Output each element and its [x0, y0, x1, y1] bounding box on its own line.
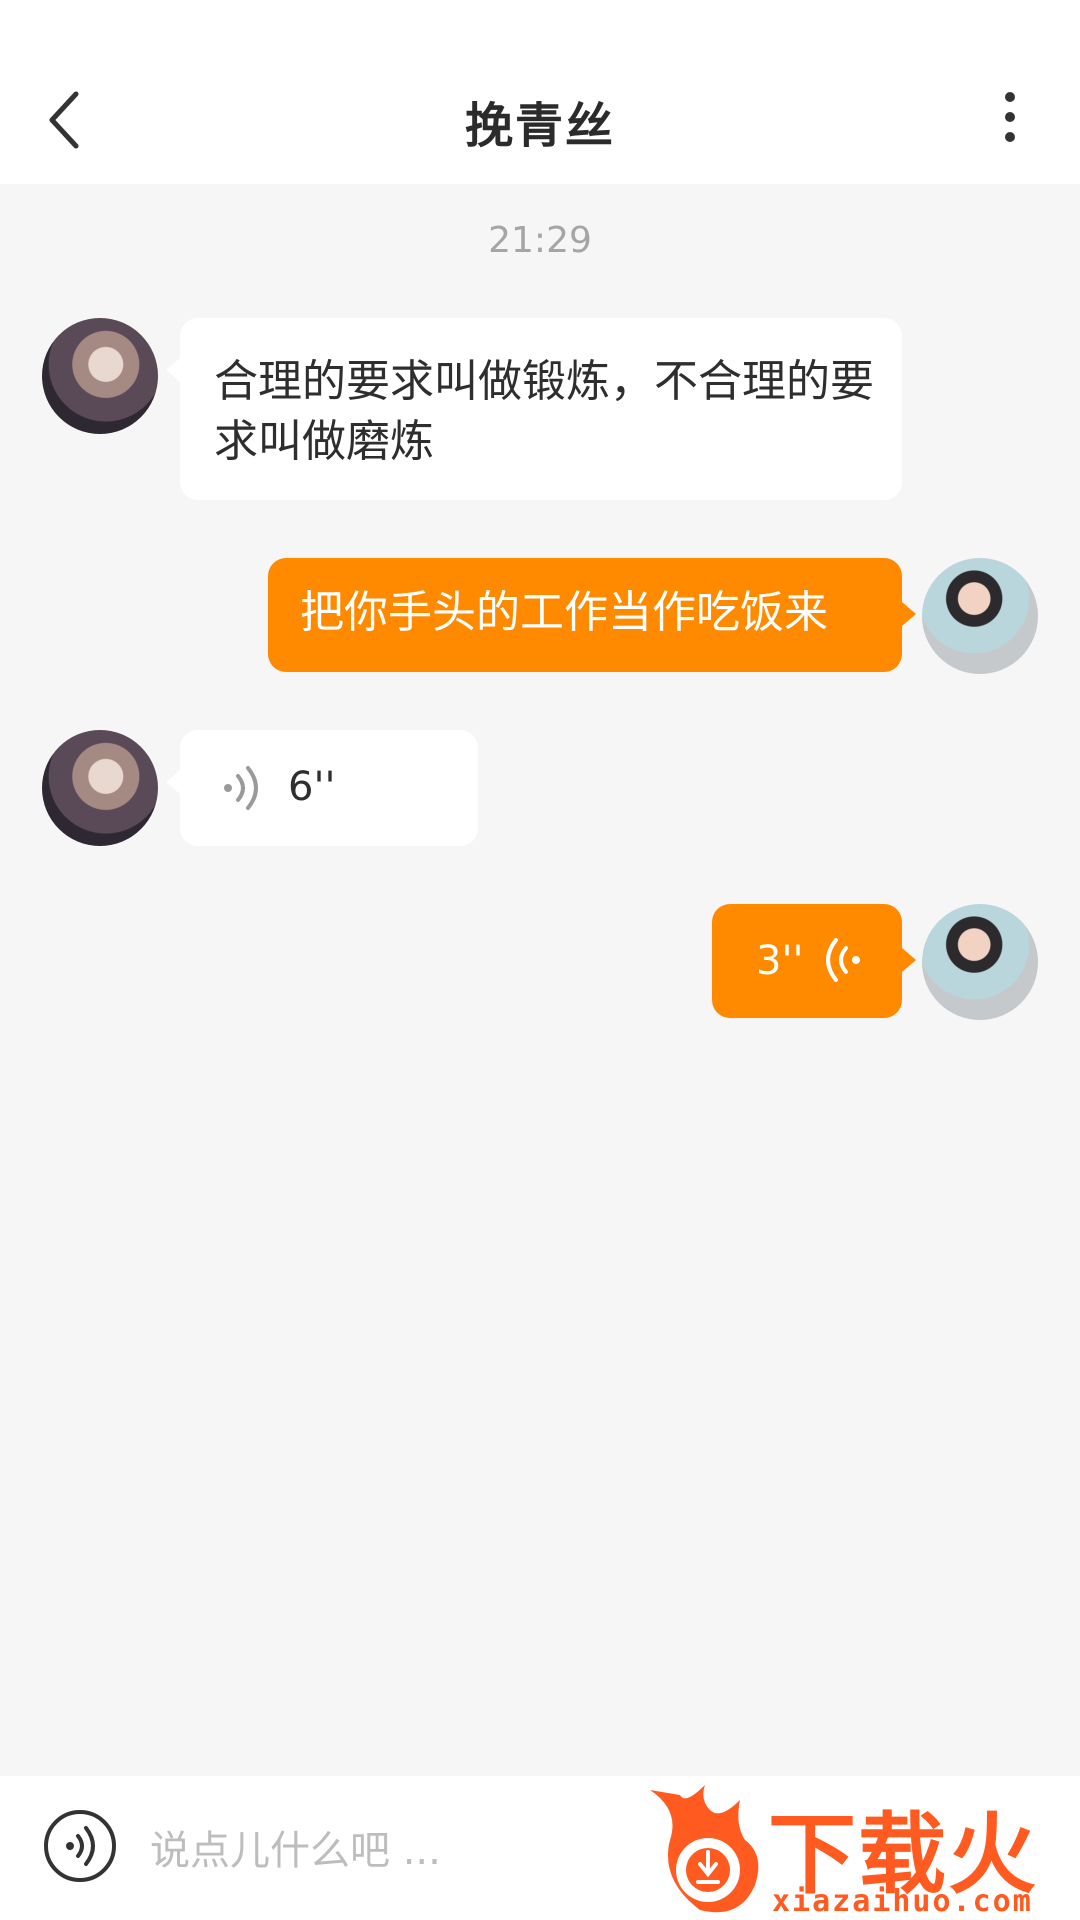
- message-text: 合理的要求叫做锻炼，不合理的要求叫做磨炼: [214, 356, 874, 467]
- message-input[interactable]: [148, 1814, 612, 1888]
- user-avatar[interactable]: [922, 558, 1038, 674]
- contact-avatar[interactable]: [42, 730, 158, 846]
- voice-duration: 6'': [288, 764, 336, 810]
- header-bar: 挽青丝: [0, 0, 1080, 184]
- incoming-voice-bubble[interactable]: 6'': [166, 730, 478, 846]
- chat-screen: 挽青丝 21:29 合理的要求叫做锻炼，不合理的要求叫做磨炼 把你手头的工作当作…: [0, 0, 1080, 1920]
- outgoing-voice-bubble[interactable]: 3'': [712, 904, 916, 1018]
- more-button[interactable]: [986, 86, 1034, 148]
- voice-wave-icon: [224, 766, 258, 810]
- contact-avatar[interactable]: [42, 318, 158, 434]
- incoming-message-bubble[interactable]: 合理的要求叫做锻炼，不合理的要求叫做磨炼: [166, 318, 902, 500]
- voice-toggle-icon: [44, 1810, 116, 1882]
- user-avatar[interactable]: [922, 904, 1038, 1020]
- more-vertical-icon: [1005, 92, 1015, 142]
- watermark-logo: 下载火 xiazaihuo.com: [640, 1780, 1080, 1920]
- voice-duration: 3'': [756, 938, 804, 984]
- message-text: 把你手头的工作当作吃饭来: [300, 587, 828, 638]
- flame-logo-icon: [650, 1785, 759, 1913]
- voice-toggle-button[interactable]: [42, 1808, 118, 1884]
- watermark-url: xiazaihuo.com: [772, 1884, 1033, 1919]
- page-title: 挽青丝: [464, 98, 615, 154]
- voice-wave-icon: [826, 938, 860, 982]
- outgoing-message-bubble[interactable]: 把你手头的工作当作吃饭来: [268, 558, 916, 672]
- chat-timestamp: 21:29: [488, 220, 592, 261]
